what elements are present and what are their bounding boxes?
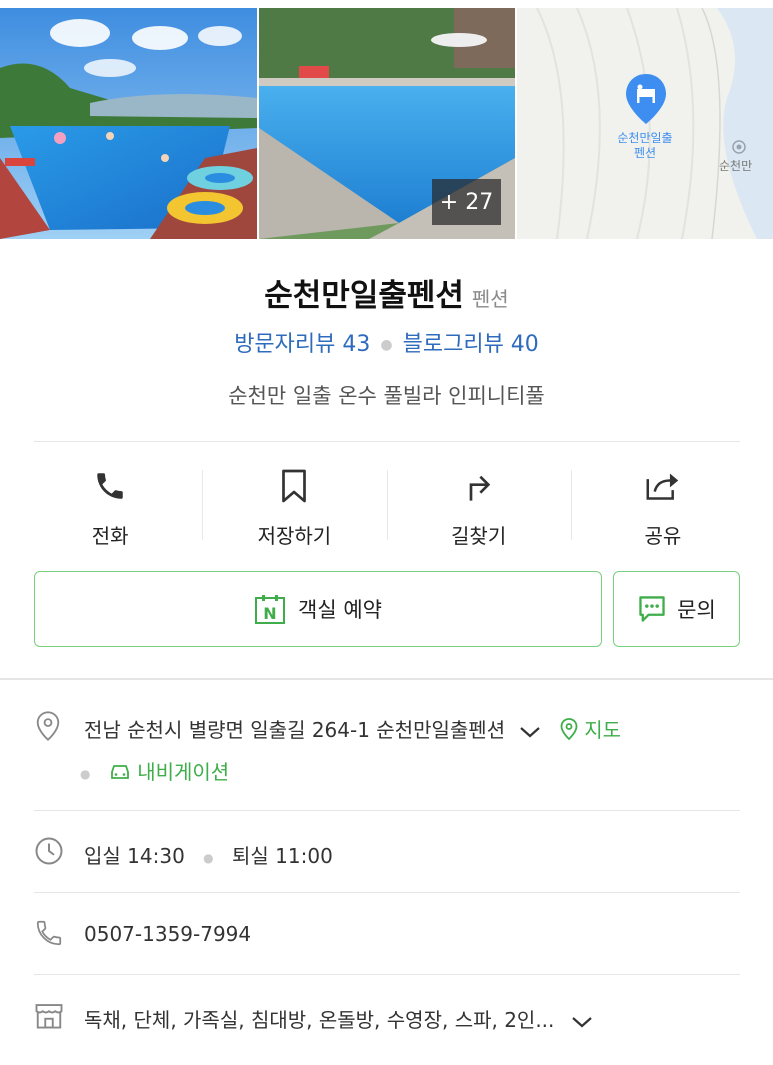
blog-review-link[interactable]: 블로그리뷰 40: [403, 332, 539, 357]
amenities-row: 독채, 단체, 가족실, 침대방, 온돌방, 수영장, 스파, 2인...: [34, 1000, 740, 1036]
map-pin-icon: [626, 74, 666, 124]
book-room-label: 객실 예약: [298, 598, 382, 622]
directions-label: 길찾기: [451, 524, 507, 548]
inquiry-button[interactable]: 문의: [613, 571, 740, 647]
navigation-link-label: 내비게이션: [137, 760, 230, 784]
action-bar: 전화 저장하기 길찾기 공유: [18, 460, 755, 550]
phone-number[interactable]: 0507-1359-7994: [84, 922, 251, 946]
place-category: 펜션: [471, 287, 509, 311]
separator-dot: ●: [380, 337, 393, 353]
divider: [34, 810, 740, 811]
map-thumbnail[interactable]: 순천만일출 펜션 순천만: [517, 8, 773, 239]
photo-pool-2[interactable]: + 27: [259, 8, 515, 239]
naver-booking-icon: N: [255, 595, 286, 624]
chevron-down-icon[interactable]: [519, 725, 541, 739]
photo-strip: + 27 순천만일출 펜션 순천만: [0, 0, 773, 240]
checkin-row: 입실 14:30 ● 퇴실 11:00: [34, 836, 740, 872]
call-action[interactable]: 전화: [18, 460, 202, 550]
map-link[interactable]: 지도: [560, 718, 621, 742]
divider: [34, 892, 740, 893]
map-link-label: 지도: [584, 718, 621, 742]
svg-text:N: N: [263, 604, 276, 623]
checkin-time: 입실 14:30: [84, 844, 185, 868]
share-action[interactable]: 공유: [570, 460, 755, 550]
bookmark-icon: [282, 469, 307, 503]
phone-icon: [97, 473, 123, 499]
share-label: 공유: [644, 524, 682, 548]
car-icon: [110, 765, 129, 779]
divider: [34, 974, 740, 975]
navigation-link[interactable]: 내비게이션: [109, 760, 229, 784]
call-label: 전화: [91, 524, 129, 548]
phone-row: 0507-1359-7994: [34, 918, 740, 954]
save-label: 저장하기: [257, 524, 332, 548]
phone-outline-icon: [36, 920, 62, 946]
review-links: 방문자리뷰 43 ● 블로그리뷰 40: [0, 326, 773, 358]
more-photos-badge[interactable]: + 27: [432, 179, 501, 225]
directions-icon: [469, 475, 490, 501]
divider: [34, 441, 740, 442]
location-icon: [36, 711, 60, 741]
separator-dot: ●: [80, 766, 91, 781]
address-row: 전남 순천시 별량면 일출길 264-1 순천만일출펜션 지도 ● 내비게이션: [34, 708, 740, 798]
directions-action[interactable]: 길찾기: [386, 460, 571, 550]
chat-icon: [639, 596, 665, 622]
store-icon: [35, 1004, 63, 1029]
checkout-time: 퇴실 11:00: [232, 844, 333, 868]
save-action[interactable]: 저장하기: [202, 460, 386, 550]
amenities-text: 독채, 단체, 가족실, 침대방, 온돌방, 수영장, 스파, 2인...: [84, 1008, 555, 1032]
share-icon: [646, 473, 679, 500]
map-marker-icon: [560, 718, 578, 741]
book-room-button[interactable]: N 객실 예약: [34, 571, 602, 647]
place-title: 순천만일출펜션: [264, 278, 464, 314]
separator-dot: ●: [203, 850, 214, 865]
place-description: 순천만 일출 온수 풀빌라 인피니티풀: [228, 384, 545, 408]
inquiry-label: 문의: [677, 598, 716, 622]
chevron-down-icon[interactable]: [571, 1015, 593, 1029]
photo-pool-1[interactable]: [0, 8, 257, 239]
map-area-label: 순천만: [719, 159, 753, 173]
address-text: 전남 순천시 별량면 일출길 264-1 순천만일출펜션: [84, 718, 506, 742]
clock-icon: [35, 837, 63, 865]
visitor-review-link[interactable]: 방문자리뷰 43: [234, 332, 370, 357]
section-divider: [0, 678, 773, 680]
map-place-label: 순천만일출 펜션: [617, 131, 673, 160]
place-header: 순천만일출펜션 펜션: [0, 270, 773, 315]
